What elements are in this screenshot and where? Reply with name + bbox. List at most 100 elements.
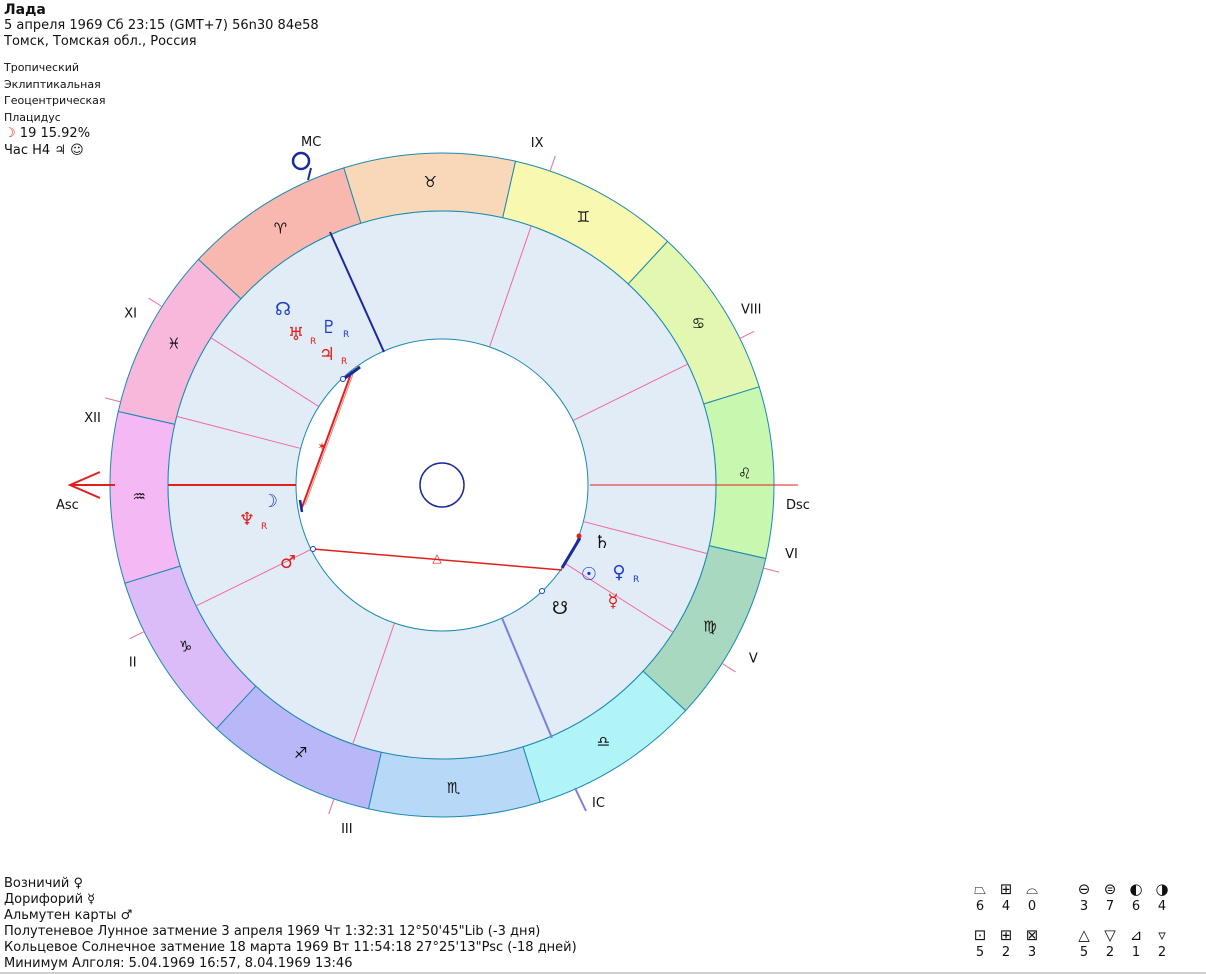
house-cusp-outer-II [129,631,145,640]
ic-label: IC [592,796,605,811]
stat-glyph-icon: ◐ [1129,880,1143,898]
pluto-icon: ♇ [321,317,337,338]
virgo-sign-icon: ♍ [703,617,716,635]
house-label-II: II [129,655,137,670]
stat-value: 5 [975,945,985,960]
stat-value: 1 [1131,945,1141,960]
house-cusp-outer-V [721,662,736,673]
aries-sign-icon: ♈ [274,220,287,238]
jupiter-point [340,376,346,382]
stat-cell: ▿ 2 [1150,926,1174,962]
stat-value: 6 [975,899,985,914]
stat-value: 2 [1001,945,1011,960]
house-label-IX: IX [531,136,544,151]
cancer-sign-icon: ♋ [692,315,705,333]
stat-glyph-icon: ⏢ [973,880,986,898]
house-cusp-outer-IX [549,155,556,172]
stat-glyph-icon: ▽ [1104,926,1116,944]
stat-glyph-icon: ⊠ [1025,926,1039,944]
node-south-icon: ☋ [552,598,568,619]
house-cusp-outer-XII [104,397,121,403]
node-north-icon: ☊ [275,299,291,320]
neptune-icon: ♆ [239,509,255,530]
mercury-icon: ☿ [607,591,618,612]
stat-glyph-icon: ⊡ [973,926,987,944]
doryphory-line: Дорифорий ☿ [4,892,96,907]
saturn-point [576,533,582,539]
libra-sign-icon: ♎ [597,732,610,750]
saturn-icon: ♄ [594,532,610,553]
house-label-VIII: VIII [741,303,761,318]
aspect-circle [295,338,589,632]
charioteer-line: Возничий ♀ [4,876,83,891]
house-cusp-outer-XI [148,297,163,308]
stat-value: 4 [1001,899,1011,914]
house-label-XII: XII [84,411,101,426]
stat-glyph-icon: ⊖ [1077,880,1091,898]
sextile-aspect-icon: ✶ [317,440,326,453]
stat-cell: ⏢ 6 [968,880,992,916]
mars-icon: ♂ [280,552,296,573]
house-label-V: V [749,652,758,667]
pluto-retrograde-label: R [343,330,349,340]
natal-chart-wheel: ♈♉♊♋♌♍♎♏♐♑♒♓ IIIIIVVIVIIIIXXIXII Asc Dsc… [56,135,810,837]
ic-axis-outer [574,787,587,812]
chart-footer: Возничий ♀ Дорифорий ☿ Альмутен карты ♂ … [4,876,577,972]
stat-cell: ▽ 2 [1098,926,1122,962]
stat-cell: △ 5 [1072,926,1096,962]
mars-point [310,546,316,552]
capricorn-sign-icon: ♑ [179,637,192,655]
house-label-XI: XI [124,306,137,321]
house-label-III: III [341,822,353,837]
trine-aspect-icon: △ [432,551,442,565]
sun-icon: ☉ [581,564,597,585]
sagittarius-sign-icon: ♐ [294,744,307,762]
dsc-label: Dsc [786,498,810,513]
house-cusp-outer-III [328,798,335,815]
stat-cell: ⊞ 4 [994,880,1018,916]
stat-cell: ⊜ 7 [1098,880,1122,916]
house-cusp-outer-VIII [739,330,755,339]
stat-cell: ⌓ 0 [1020,880,1044,916]
stat-value: 2 [1157,945,1167,960]
stat-cell: ⊡ 5 [968,926,992,962]
neptune-retrograde-label: R [261,522,267,532]
stat-cell: ⊿ 1 [1124,926,1148,962]
stat-cell: ◑ 4 [1150,880,1174,916]
stat-cell: ⊞ 2 [994,926,1018,962]
almuten-line: Альмутен карты ♂ [4,908,133,923]
stat-glyph-icon: △ [1078,926,1090,944]
venus-retrograde-label: R [633,575,639,585]
stat-glyph-icon: ◑ [1155,880,1169,898]
stat-value: 7 [1105,899,1115,914]
asc-label: Asc [56,498,79,513]
mc-marker-icon [291,151,311,171]
algol-minimum-line: Минимум Алголя: 5.04.1969 16:57, 8.04.19… [4,956,353,971]
moon-icon: ☽ [262,491,278,512]
aspect-statistics: ⏢ 6 ⊞ 4 ⌓ 0 ⊖ 3 ⊜ 7 ◐ 6 ◑ 4 ⊡ 5 ⊞ 2 ⊠ 3 △ 5 ▽ 2 ⊿ 1 ▿ 2 [966,880,1186,974]
uranus-retrograde-label: R [310,337,316,347]
stat-glyph-icon: ⌓ [1026,880,1038,898]
jupiter-icon: ♃ [319,344,335,365]
stat-glyph-icon: ⊞ [999,880,1013,898]
leo-sign-icon: ♌ [738,464,751,482]
stat-glyph-icon: ⊞ [999,926,1013,944]
stat-glyph-icon: ⊿ [1129,926,1143,944]
stat-cell: ⊠ 3 [1020,926,1044,962]
taurus-sign-icon: ♉ [424,173,437,191]
uranus-icon: ♅ [288,324,304,345]
pisces-sign-icon: ♓ [167,335,180,353]
stat-value: 6 [1131,899,1141,914]
stat-value: 2 [1105,945,1115,960]
stat-value: 5 [1079,945,1089,960]
gemini-sign-icon: ♊ [577,208,590,226]
scorpio-sign-icon: ♏ [447,779,461,797]
jupiter-retrograde-label: R [341,357,347,367]
mc-pointer [307,167,312,181]
aquarius-sign-icon: ♒ [132,488,145,506]
lunar-eclipse-line: Полутеневое Лунное затмение 3 апреля 196… [4,924,541,939]
stat-glyph-icon: ⊜ [1103,880,1117,898]
stat-cell: ⊖ 3 [1072,880,1096,916]
stat-value: 0 [1027,899,1037,914]
venus-icon: ♀ [612,562,625,583]
